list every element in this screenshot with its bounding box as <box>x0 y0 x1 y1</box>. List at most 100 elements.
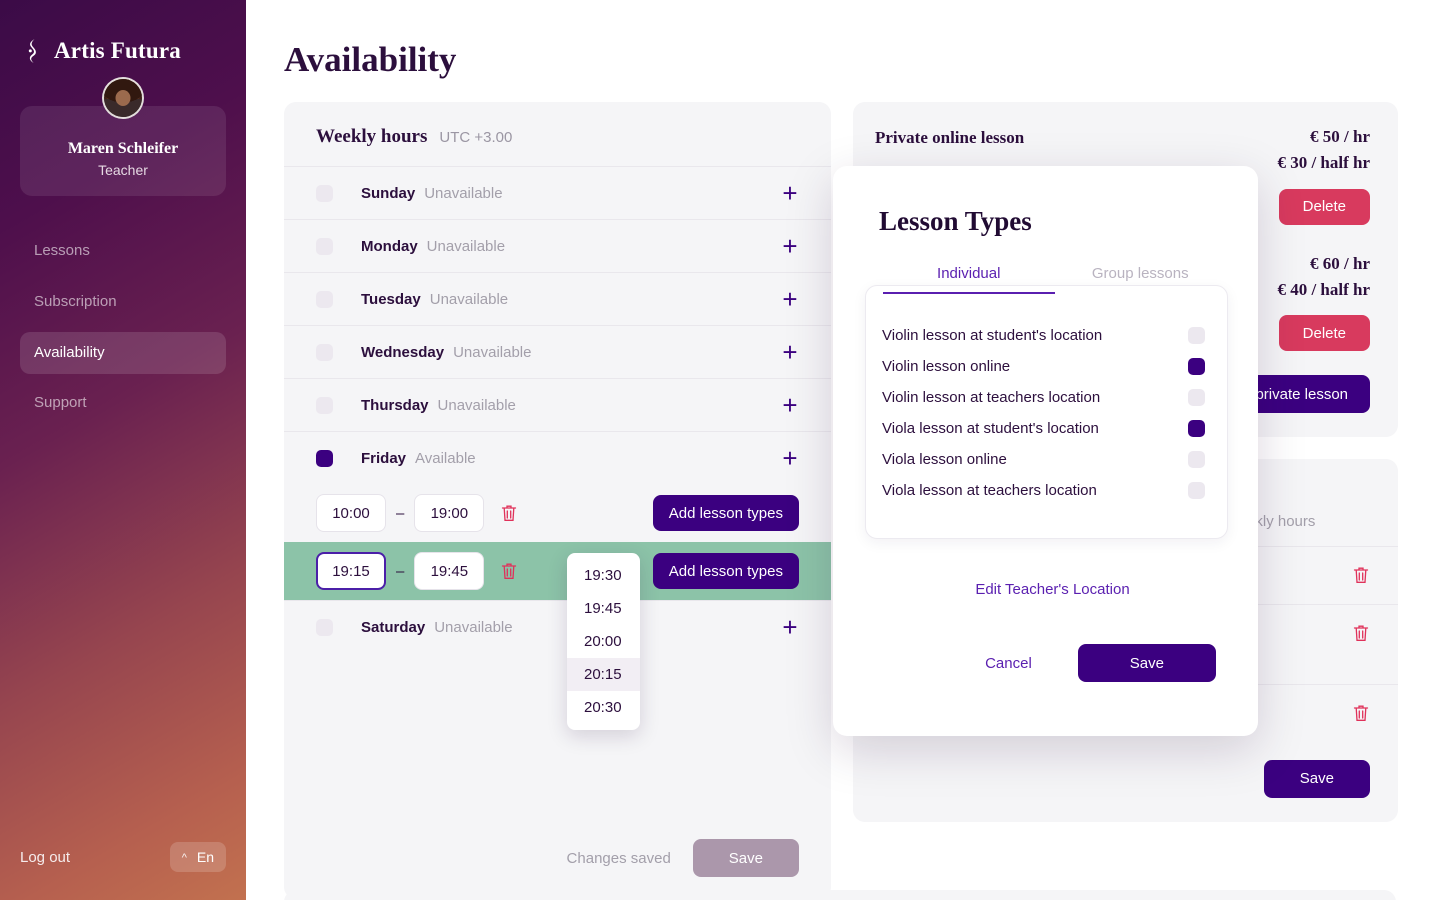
time-option[interactable]: 20:15 <box>567 658 640 691</box>
time-slot-row: 19:15 – 19:45 Add lesson types <box>284 542 831 600</box>
add-lesson-types-button[interactable]: Add lesson types <box>652 495 799 531</box>
lesson-type-checkbox[interactable] <box>1188 389 1205 406</box>
day-checkbox-tuesday[interactable] <box>316 290 333 308</box>
delete-button[interactable]: Delete <box>1278 315 1370 352</box>
plus-icon[interactable]: + <box>781 286 799 312</box>
lesson-type-label: Violin lesson online <box>882 358 1011 375</box>
sidebar-nav: Lessons Subscription Availability Suppor… <box>0 230 246 425</box>
lesson-type-checkbox[interactable] <box>1188 451 1205 468</box>
day-status: Unavailable <box>424 184 503 202</box>
day-name: Wednesday <box>361 343 445 361</box>
logout-button[interactable]: Log out <box>20 849 70 866</box>
weekly-hours-footer: Changes saved Save <box>284 821 831 899</box>
trash-icon[interactable] <box>500 503 518 523</box>
day-checkbox-friday[interactable] <box>316 449 333 467</box>
plus-icon[interactable]: + <box>781 614 799 640</box>
trash-icon[interactable] <box>1352 563 1370 585</box>
modal-title: Lesson Types <box>879 206 1032 236</box>
time-option[interactable]: 19:30 <box>567 559 640 592</box>
sidebar-footer: Log out ^ En <box>0 842 246 872</box>
day-status: Unavailable <box>429 290 509 308</box>
day-status: Unavailable <box>453 343 532 361</box>
trash-icon[interactable] <box>1352 621 1370 643</box>
chevron-up-icon: ^ <box>181 851 187 864</box>
list-item: Violin lesson at teachers location <box>882 382 1205 413</box>
save-button[interactable]: Save <box>1263 759 1370 798</box>
time-slot-row: 10:00 – 19:00 Add lesson types <box>284 484 831 542</box>
tab-individual[interactable]: Individual <box>883 265 1055 294</box>
list-item: Violin lesson online <box>882 351 1205 382</box>
lesson-type-label: Viola lesson online <box>882 451 1007 468</box>
tab-group-lessons[interactable]: Group lessons <box>1055 265 1227 294</box>
lesson-name: Private online lesson <box>875 128 1025 147</box>
plus-icon[interactable]: + <box>781 339 799 365</box>
delete-button[interactable]: Delete <box>1278 188 1370 225</box>
day-name: Thursday <box>361 396 429 414</box>
app-root: Artis Futura Maren Schleifer Teacher Les… <box>0 0 1440 900</box>
profile-name: Maren Schleifer <box>67 140 179 157</box>
time-option[interactable]: 19:45 <box>567 592 640 625</box>
modal-tabs: Individual Group lessons <box>879 265 1226 294</box>
trash-icon[interactable] <box>500 561 518 581</box>
lesson-type-checkbox[interactable] <box>1188 420 1205 437</box>
list-item: Violin lesson at student's location <box>882 320 1205 351</box>
table-row: Saturday Unavailable + <box>284 600 831 653</box>
trash-icon[interactable] <box>1352 701 1370 723</box>
save-button[interactable]: Save <box>1077 644 1216 682</box>
day-name: Saturday <box>361 618 426 636</box>
plus-icon[interactable]: + <box>781 233 799 259</box>
plus-icon[interactable]: + <box>781 445 799 471</box>
lesson-price-col: € 60 / hr € 40 / half hr Delete <box>1277 251 1370 352</box>
slot-end-input[interactable]: 19:00 <box>414 494 485 532</box>
plus-icon[interactable]: + <box>781 180 799 206</box>
brand[interactable]: Artis Futura <box>0 0 246 66</box>
day-status: Unavailable <box>434 618 513 636</box>
profile-card[interactable]: Maren Schleifer Teacher <box>20 77 226 196</box>
language-code: En <box>196 849 214 865</box>
lesson-type-label: Violin lesson at teachers location <box>882 389 1101 406</box>
sidebar-item-availability[interactable]: Availability <box>20 331 226 375</box>
list-item: Viola lesson online <box>882 444 1205 475</box>
hour-price: € 60 / hr <box>1310 253 1370 273</box>
list-item: Viola lesson at student's location <box>882 413 1205 444</box>
language-selector[interactable]: ^ En <box>169 842 226 872</box>
slot-dash: – <box>396 562 405 580</box>
day-checkbox-sunday[interactable] <box>316 184 333 202</box>
day-name: Sunday <box>361 184 416 202</box>
lesson-price-col: € 50 / hr € 30 / half hr Delete <box>1277 124 1370 225</box>
edit-teachers-location-link[interactable]: Edit Teacher's Location <box>879 581 1226 598</box>
table-row: Sunday Unavailable + <box>284 166 831 219</box>
lesson-type-checkbox[interactable] <box>1188 482 1205 499</box>
sidebar-item-lessons[interactable]: Lessons <box>20 230 226 273</box>
slot-start-input[interactable]: 19:15 <box>316 552 386 590</box>
lesson-type-checkbox[interactable] <box>1188 327 1205 344</box>
time-dropdown[interactable]: 19:30 19:45 20:00 20:15 20:30 <box>567 553 640 730</box>
brand-name: Artis Futura <box>54 38 181 63</box>
time-option[interactable]: 20:00 <box>567 625 640 658</box>
table-row: Wednesday Unavailable + <box>284 325 831 378</box>
day-status: Available <box>415 449 476 467</box>
day-checkbox-wednesday[interactable] <box>316 343 333 361</box>
lesson-types-panel: Violin lesson at student's location Viol… <box>865 285 1228 539</box>
sidebar-item-subscription[interactable]: Subscription <box>20 281 226 324</box>
sidebar-item-support[interactable]: Support <box>20 382 226 425</box>
plus-icon[interactable]: + <box>781 392 799 418</box>
date-specific-footer: Save <box>853 742 1398 822</box>
day-checkbox-saturday[interactable] <box>316 618 333 636</box>
hour-price: € 50 / hr <box>1310 127 1370 146</box>
time-option[interactable]: 20:30 <box>567 691 640 724</box>
add-lesson-types-button[interactable]: Add lesson types <box>652 553 799 589</box>
slot-start-input[interactable]: 10:00 <box>316 494 386 532</box>
cancel-button[interactable]: Cancel <box>985 655 1032 672</box>
slot-end-input[interactable]: 19:45 <box>414 552 485 590</box>
lesson-type-checkbox[interactable] <box>1188 358 1205 375</box>
save-button[interactable]: Save <box>692 839 799 877</box>
table-row: Monday Unavailable + <box>284 219 831 272</box>
left-column: Weekly hours UTC +3.00 Sunday Unavailabl… <box>284 102 831 899</box>
day-checkbox-thursday[interactable] <box>316 396 333 414</box>
day-checkbox-monday[interactable] <box>316 237 333 255</box>
day-name: Monday <box>361 237 418 255</box>
lesson-types-modal: Lesson Types Individual Group lessons Vi… <box>833 166 1258 736</box>
lesson-type-label: Viola lesson at student's location <box>882 420 1099 437</box>
modal-actions: Cancel Save <box>879 644 1226 682</box>
